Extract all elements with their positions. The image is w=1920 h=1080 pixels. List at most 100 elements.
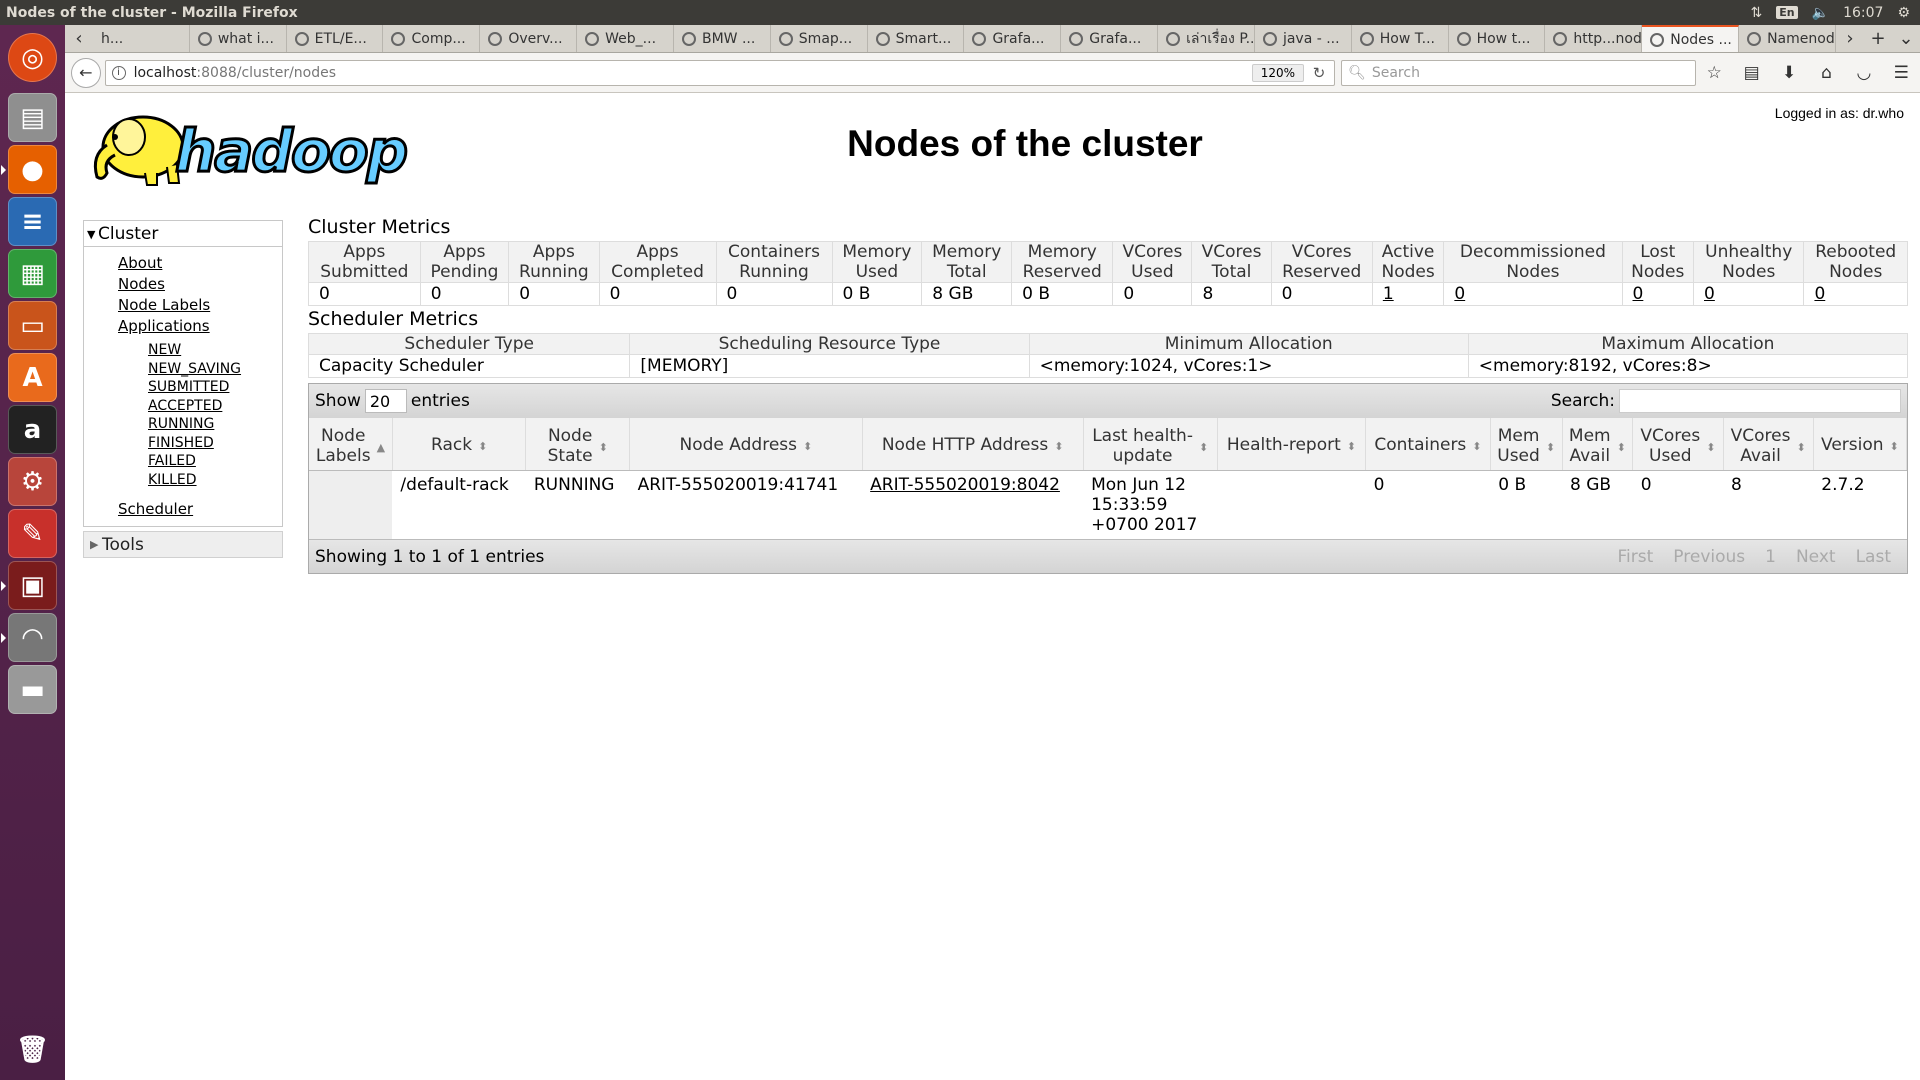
metric-value-link[interactable]: 0 <box>1633 284 1644 304</box>
pagination-previous[interactable]: Previous <box>1673 547 1745 567</box>
browser-tab[interactable]: Grafa... <box>964 25 1062 52</box>
reload-icon[interactable]: ↻ <box>1304 64 1334 82</box>
browser-tab-label: BMW ... <box>701 30 756 47</box>
browser-tab[interactable]: h... <box>93 25 190 52</box>
browser-tab[interactable]: what i... <box>190 25 287 52</box>
volume-icon[interactable]: 🔈 <box>1812 5 1829 21</box>
nodes-column-header[interactable]: Node Labels ▲ <box>309 418 393 471</box>
nodes-column-header[interactable]: VCores Used ⬍ <box>1632 418 1724 471</box>
browser-tab[interactable]: Smap... <box>771 25 868 52</box>
sidebar-link-node-labels[interactable]: Node Labels <box>118 295 282 316</box>
reading-list-icon[interactable]: ▤ <box>1733 63 1770 83</box>
nodes-column-header[interactable]: Node State ⬍ <box>525 418 631 471</box>
home-icon[interactable]: ⌂ <box>1808 63 1845 83</box>
network-arrows-icon[interactable]: ⇅ <box>1751 5 1763 21</box>
sidebar-link-state-killed[interactable]: KILLED <box>148 471 282 490</box>
impress-icon[interactable]: ▭ <box>8 301 57 350</box>
header-text-line: Used <box>1131 262 1174 282</box>
clock[interactable]: 16:07 <box>1843 5 1883 21</box>
drive-icon[interactable]: ▬ <box>8 665 57 714</box>
browser-tab[interactable]: Grafa... <box>1061 25 1159 52</box>
browser-tab[interactable]: How T... <box>1352 25 1449 52</box>
nodes-column-header[interactable]: Health-report ⬍ <box>1217 418 1367 471</box>
system-settings-icon[interactable]: ⚙ <box>8 457 57 506</box>
amazon-icon[interactable]: a <box>8 405 57 454</box>
new-tab-button[interactable]: + <box>1864 25 1892 52</box>
browser-tab[interactable]: เล่าเรื่อง P... <box>1158 25 1255 52</box>
entries-per-page-select[interactable]: 20 <box>364 389 407 413</box>
browser-tab[interactable]: Nodes ...✕ <box>1642 25 1740 52</box>
bookmark-star-icon[interactable]: ☆ <box>1696 63 1733 83</box>
sidebar-tools-header[interactable]: ▶ Tools <box>83 531 283 558</box>
sidebar-link-state-accepted[interactable]: ACCEPTED <box>148 397 282 416</box>
sidebar-link-state-running[interactable]: RUNNING <box>148 415 282 434</box>
metric-value-link[interactable]: 0 <box>1814 284 1825 304</box>
pagination-first[interactable]: First <box>1618 547 1654 567</box>
pocket-icon[interactable]: ◡ <box>1845 63 1882 83</box>
sidebar-link-scheduler[interactable]: Scheduler <box>118 499 282 520</box>
tab-scroll-right-icon[interactable]: › <box>1836 25 1864 52</box>
sidebar-link-nodes[interactable]: Nodes <box>118 274 282 295</box>
nodes-column-header[interactable]: Mem Used ⬍ <box>1490 418 1563 471</box>
browser-tab[interactable]: How t... <box>1449 25 1546 52</box>
browser-tab[interactable]: Namenod... <box>1739 25 1836 52</box>
nodes-column-header[interactable]: Last health-update ⬍ <box>1083 418 1218 471</box>
site-info-icon[interactable]: i <box>111 65 126 80</box>
nodes-column-header[interactable]: Rack ⬍ <box>392 418 527 471</box>
sidebar-cluster-header[interactable]: ▼ Cluster <box>84 221 282 247</box>
metric-value-link[interactable]: 0 <box>1454 284 1465 304</box>
zoom-indicator[interactable]: 120% <box>1251 63 1305 82</box>
browser-tab[interactable]: Smart... <box>868 25 965 52</box>
browser-tab[interactable]: java - ... <box>1255 25 1352 52</box>
node-http-address-link[interactable]: ARIT-555020019:8042 <box>870 475 1060 495</box>
sidebar-link-about[interactable]: About <box>118 253 282 274</box>
hadoop-logo[interactable]: hadoop <box>85 105 445 195</box>
metric-value-link[interactable]: 1 <box>1383 284 1394 304</box>
menu-hamburger-icon[interactable]: ☰ <box>1883 63 1920 83</box>
nodes-column-header[interactable]: Node HTTP Address ⬍ <box>862 418 1084 471</box>
sidebar-link-applications[interactable]: Applications <box>118 316 282 337</box>
downloads-icon[interactable]: ⬇ <box>1770 63 1807 83</box>
table-search-input[interactable] <box>1619 389 1901 413</box>
tab-scroll-left-icon[interactable]: ‹ <box>65 25 93 52</box>
nodes-column-header[interactable]: VCores Avail ⬍ <box>1723 418 1814 471</box>
files-icon[interactable]: ▤ <box>8 93 57 142</box>
url-bar[interactable]: i localhost:8088/cluster/nodes 120% ↻ <box>104 59 1336 86</box>
search-input[interactable]: 🔍︎ Search <box>1341 59 1696 86</box>
sidebar-link-state-new[interactable]: NEW <box>148 341 282 360</box>
back-button[interactable]: ← <box>71 57 101 88</box>
firefox-icon[interactable]: ● <box>1 145 57 194</box>
nodes-column-header[interactable]: Version ⬍ <box>1813 418 1908 471</box>
tab-list-dropdown-icon[interactable]: ⌄ <box>1892 25 1920 52</box>
software-center-icon[interactable]: A <box>8 353 57 402</box>
writer-icon[interactable]: ≡ <box>8 197 57 246</box>
settings-gear-icon[interactable]: ⚙ <box>1897 5 1910 21</box>
sidebar-link-state-new-saving[interactable]: NEW_SAVING <box>148 360 282 379</box>
dash-home-icon[interactable]: ◎ <box>8 33 57 82</box>
header-text-line: Nodes <box>1722 262 1776 282</box>
cell-node-address: ARIT-555020019:41741 <box>637 475 839 495</box>
sidebar-link-state-failed[interactable]: FAILED <box>148 452 282 471</box>
nodes-column-header[interactable]: Containers ⬍ <box>1365 418 1491 471</box>
pagination-page-1[interactable]: 1 <box>1765 547 1776 567</box>
nodes-column-header[interactable]: Mem Avail ⬍ <box>1562 418 1634 471</box>
pagination-next[interactable]: Next <box>1796 547 1836 567</box>
sidebar-link-state-finished[interactable]: FINISHED <box>148 434 282 453</box>
terminal-icon[interactable]: ▣ <box>1 561 57 610</box>
browser-tab[interactable]: Comp... <box>383 25 481 52</box>
page-content: hadoop Nodes of the cluster Logged in as… <box>65 93 1920 1080</box>
calc-icon[interactable]: ▦ <box>8 249 57 298</box>
metric-value-link[interactable]: 0 <box>1704 284 1715 304</box>
sidebar-link-state-submitted[interactable]: SUBMITTED <box>148 378 282 397</box>
browser-tab[interactable]: http...node <box>1545 25 1643 52</box>
trash-icon[interactable]: 🗑 <box>8 1025 57 1074</box>
keyboard-layout-indicator[interactable]: En <box>1776 6 1798 19</box>
pagination-last[interactable]: Last <box>1856 547 1891 567</box>
browser-tab[interactable]: BMW ... <box>674 25 771 52</box>
browser-tab[interactable]: ETL/E... <box>287 25 384 52</box>
browser-tab[interactable]: Web_... <box>577 25 674 52</box>
browser-tab[interactable]: Overv... <box>480 25 578 52</box>
document-viewer-icon[interactable]: ✎ <box>8 509 57 558</box>
nodes-column-header[interactable]: Node Address ⬍ <box>629 418 863 471</box>
wifi-icon[interactable]: ◠ <box>1 613 57 662</box>
